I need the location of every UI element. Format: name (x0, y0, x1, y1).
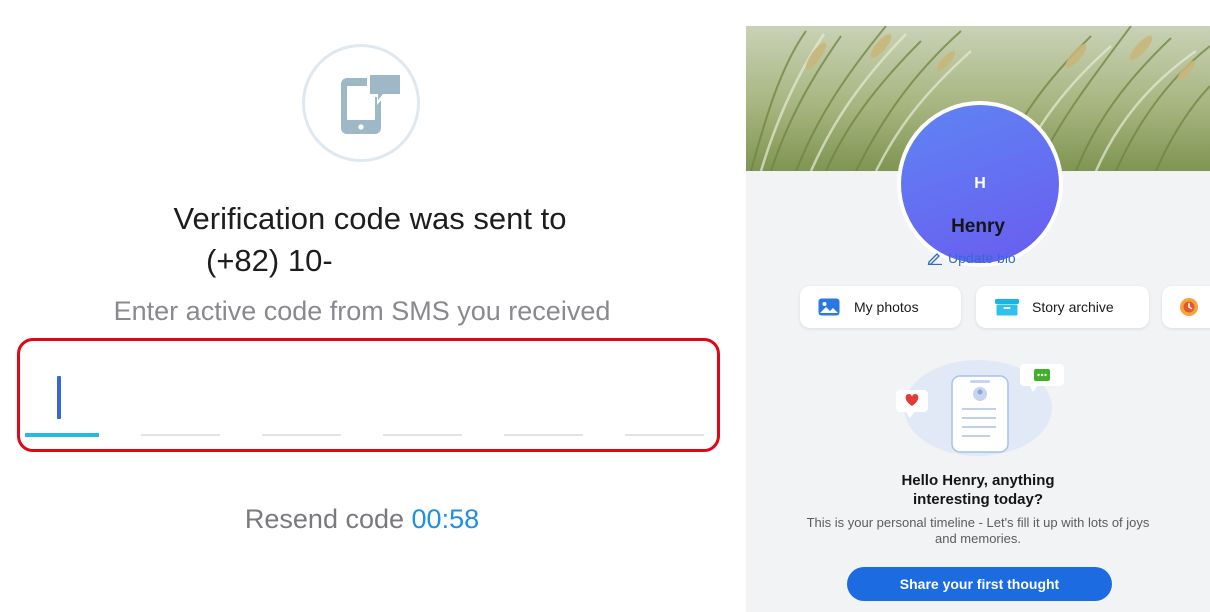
code-digit-2[interactable] (141, 434, 220, 436)
verification-title: Verification code was sent to (173, 201, 567, 236)
timeline-illustration (896, 360, 1064, 456)
code-input-highlight (17, 338, 720, 452)
verification-screen: Verification code was sent to (+82) 10- … (0, 0, 740, 612)
profile-screen: H Henry Update bio My photos Story archi… (746, 26, 1210, 612)
phone-message-icon (302, 44, 420, 162)
memories-clock-icon (1180, 298, 1198, 316)
share-first-thought-button[interactable]: Share your first thought (847, 567, 1112, 601)
resend-timer: 00:58 (411, 504, 480, 534)
my-photos-button[interactable]: My photos (800, 286, 961, 328)
instruction-text: Enter active code from SMS you received (113, 296, 611, 326)
code-digit-4[interactable] (383, 434, 462, 436)
memories-button[interactable] (1162, 286, 1210, 328)
profile-name: Henry (951, 216, 1005, 237)
avatar[interactable]: H (897, 101, 1063, 267)
pencil-icon (927, 253, 942, 265)
empty-state-description: This is your personal timeline - Let's f… (746, 515, 1210, 547)
empty-state-title-text: Hello Henry, anything interesting today? (901, 472, 1055, 508)
phone-number: (+82) 10- (206, 243, 333, 278)
avatar-initial: H (974, 175, 986, 192)
photos-icon (818, 298, 840, 316)
my-photos-label: My photos (854, 299, 919, 315)
code-digit-1[interactable] (25, 433, 99, 437)
empty-state-title: Hello Henry, anything interesting today? (746, 471, 1210, 509)
empty-state-description-text: This is your personal timeline - Let's f… (806, 515, 1150, 546)
update-bio-link[interactable]: Update bio (927, 250, 1016, 266)
resend-code-link[interactable]: Resend code (245, 504, 404, 534)
code-digit-5[interactable] (504, 434, 583, 436)
code-digit-6[interactable] (625, 434, 704, 436)
archive-icon (995, 299, 1019, 316)
story-archive-label: Story archive (1032, 299, 1114, 315)
resend-row: Resend code 00:58 (0, 500, 724, 538)
update-bio-label: Update bio (948, 250, 1016, 266)
code-digit-3[interactable] (262, 434, 341, 436)
text-cursor (57, 376, 61, 419)
story-archive-button[interactable]: Story archive (976, 286, 1149, 328)
